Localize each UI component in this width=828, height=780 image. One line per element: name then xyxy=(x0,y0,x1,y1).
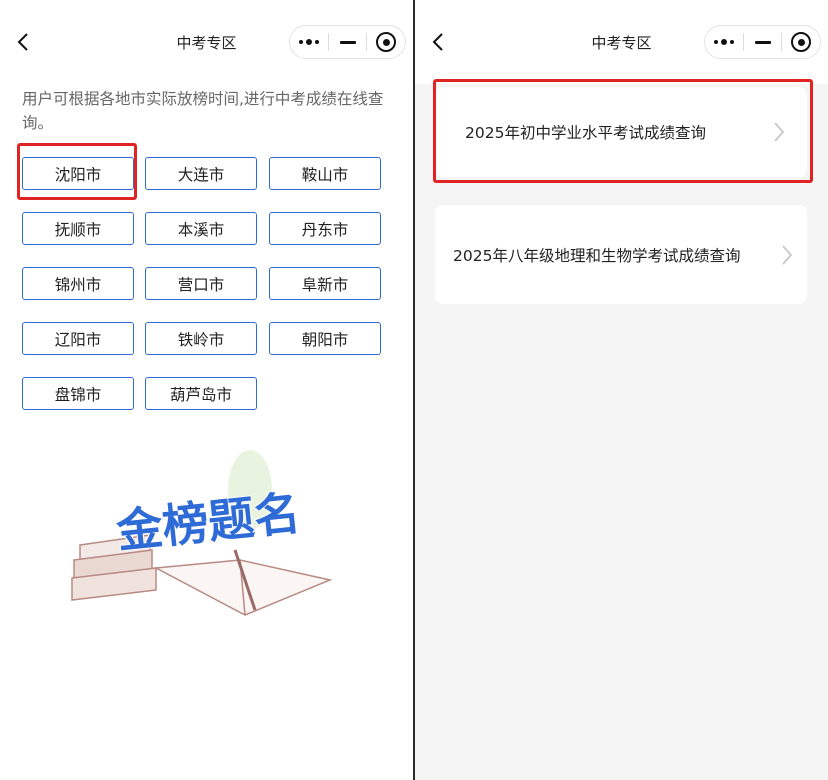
close-button[interactable] xyxy=(782,26,820,58)
score-query-item-2[interactable]: 2025年八年级地理和生物学考试成绩查询 xyxy=(435,205,807,304)
city-button[interactable]: 营口市 xyxy=(145,267,257,300)
city-button[interactable]: 丹东市 xyxy=(269,212,381,245)
app-root: 中考专区 用户可根据各地市实际放榜时间,进行中考成绩在线查询。 沈阳市 大连市 鞍山… xyxy=(0,0,828,780)
back-arrow-icon xyxy=(432,33,443,51)
city-button[interactable]: 朝阳市 xyxy=(269,322,381,355)
more-button[interactable] xyxy=(290,26,328,58)
city-button[interactable]: 葫芦岛市 xyxy=(145,377,257,410)
close-target-icon xyxy=(791,32,812,52)
more-dots-icon xyxy=(298,39,319,45)
nav-bar: 中考专区 xyxy=(415,0,828,84)
mini-program-capsule xyxy=(704,25,821,59)
score-query-label: 2025年八年级地理和生物学考试成绩查询 xyxy=(453,246,741,265)
city-button[interactable]: 辽阳市 xyxy=(22,322,134,355)
city-button[interactable]: 阜新市 xyxy=(269,267,381,300)
more-button[interactable] xyxy=(705,26,743,58)
intro-text: 用户可根据各地市实际放榜时间,进行中考成绩在线查询。 xyxy=(22,90,384,132)
minimize-icon xyxy=(339,40,356,44)
highlight-box xyxy=(17,143,137,200)
book-illustration: 金榜题名 xyxy=(60,450,360,630)
right-screen: 中考专区 2025年初中学业水平考试成绩查询 2025年八年级地理和生物学考试成 xyxy=(415,0,828,780)
close-target-icon xyxy=(376,32,397,52)
back-button[interactable] xyxy=(12,30,34,54)
city-button[interactable]: 锦州市 xyxy=(22,267,134,300)
city-button[interactable]: 大连市 xyxy=(145,157,257,190)
city-button[interactable]: 鞍山市 xyxy=(269,157,381,190)
back-button[interactable] xyxy=(427,30,449,54)
illustration-title: 金榜题名 xyxy=(113,486,303,559)
city-button[interactable]: 盘锦市 xyxy=(22,377,134,410)
minimize-button[interactable] xyxy=(744,26,782,58)
more-dots-icon xyxy=(713,39,734,45)
close-button[interactable] xyxy=(367,26,405,58)
city-button[interactable]: 铁岭市 xyxy=(145,322,257,355)
mini-program-capsule xyxy=(289,25,406,59)
minimize-icon xyxy=(754,40,771,44)
back-arrow-icon xyxy=(17,33,28,51)
city-button[interactable]: 本溪市 xyxy=(145,212,257,245)
left-screen: 中考专区 用户可根据各地市实际放榜时间,进行中考成绩在线查询。 沈阳市 大连市 鞍山… xyxy=(0,0,413,780)
nav-bar: 中考专区 xyxy=(0,0,413,84)
highlight-box xyxy=(433,79,813,183)
minimize-button[interactable] xyxy=(329,26,367,58)
city-button[interactable]: 抚顺市 xyxy=(22,212,134,245)
chevron-right-icon xyxy=(782,244,793,265)
